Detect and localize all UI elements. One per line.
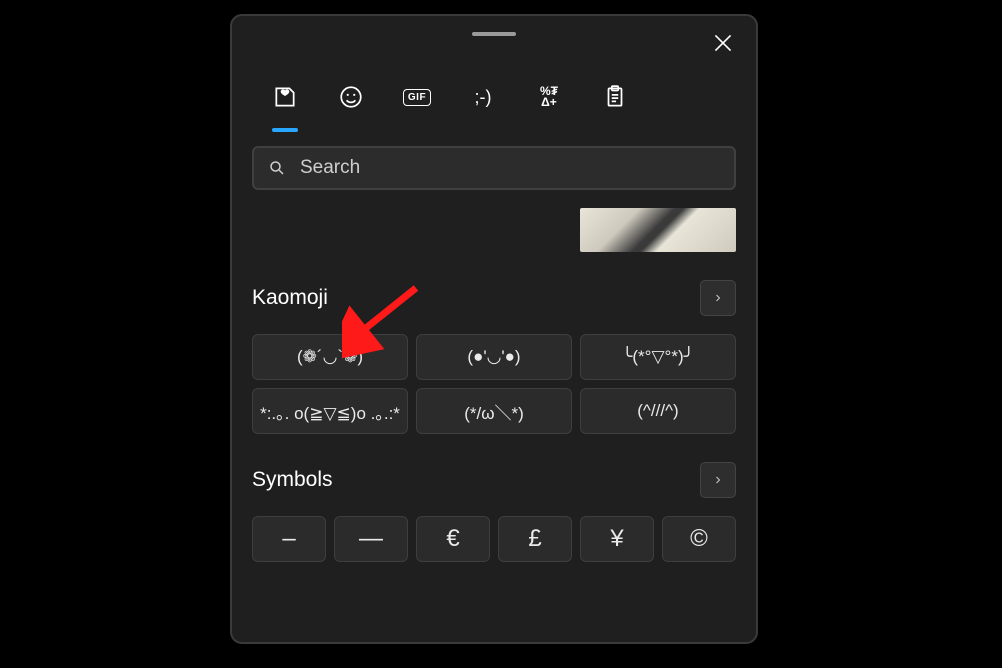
chevron-right-icon bbox=[712, 474, 724, 486]
kaomoji-item[interactable]: *:.｡. o(≧▽≦)o .｡.:* bbox=[252, 388, 408, 434]
kaomoji-title: Kaomoji bbox=[252, 286, 328, 310]
kaomoji-item[interactable]: ╰(*°▽°*)╯ bbox=[580, 334, 736, 380]
kaomoji-header: Kaomoji bbox=[252, 280, 736, 316]
kaomoji-expand-button[interactable] bbox=[700, 280, 736, 316]
symbol-item[interactable]: € bbox=[416, 516, 490, 562]
close-icon bbox=[710, 30, 736, 56]
symbols-grid: – — € £ ¥ © bbox=[252, 516, 736, 562]
category-tabs: GIF ;-) %₮Δ+ bbox=[240, 36, 748, 114]
tab-symbols[interactable]: %₮Δ+ bbox=[532, 80, 566, 114]
symbols-expand-button[interactable] bbox=[700, 462, 736, 498]
content-scroll[interactable]: Kaomoji (❁´◡`❁) (●'◡'●) ╰(*°▽°*)╯ *:.｡. … bbox=[240, 190, 748, 648]
symbol-item[interactable]: – bbox=[252, 516, 326, 562]
symbol-item[interactable]: £ bbox=[498, 516, 572, 562]
clipboard-icon bbox=[602, 84, 628, 110]
kaomoji-item[interactable]: (❁´◡`❁) bbox=[252, 334, 408, 380]
kaomoji-grid: (❁´◡`❁) (●'◡'●) ╰(*°▽°*)╯ *:.｡. o(≧▽≦)o … bbox=[252, 334, 736, 434]
symbol-item[interactable]: © bbox=[662, 516, 736, 562]
kaomoji-item[interactable]: (●'◡'●) bbox=[416, 334, 572, 380]
symbols-header: Symbols bbox=[252, 462, 736, 498]
tab-recent[interactable] bbox=[268, 80, 302, 114]
sticker-heart-icon bbox=[272, 84, 298, 110]
tab-gif[interactable]: GIF bbox=[400, 80, 434, 114]
kaomoji-item[interactable]: (^///^) bbox=[580, 388, 736, 434]
emoji-panel: GIF ;-) %₮Δ+ Kaomoji (❁´◡`❁) (●'◡'●) ╰(*… bbox=[230, 14, 758, 644]
tab-emoji[interactable] bbox=[334, 80, 368, 114]
symbols-icon: %₮Δ+ bbox=[540, 86, 558, 108]
search-input[interactable] bbox=[286, 157, 720, 179]
search-field[interactable] bbox=[252, 146, 736, 190]
gif-icon: GIF bbox=[403, 89, 431, 106]
symbols-title: Symbols bbox=[252, 468, 333, 492]
recent-gif-row bbox=[252, 208, 736, 252]
chevron-right-icon bbox=[712, 292, 724, 304]
symbol-item[interactable]: ¥ bbox=[580, 516, 654, 562]
smiley-icon bbox=[338, 84, 364, 110]
gif-thumbnail[interactable] bbox=[580, 208, 736, 252]
tab-clipboard[interactable] bbox=[598, 80, 632, 114]
search-icon bbox=[268, 159, 286, 177]
tab-kaomoji[interactable]: ;-) bbox=[466, 80, 500, 114]
symbol-item[interactable]: — bbox=[334, 516, 408, 562]
kaomoji-icon: ;-) bbox=[475, 87, 492, 108]
close-button[interactable] bbox=[710, 30, 736, 56]
kaomoji-item[interactable]: (*/ω＼*) bbox=[416, 388, 572, 434]
